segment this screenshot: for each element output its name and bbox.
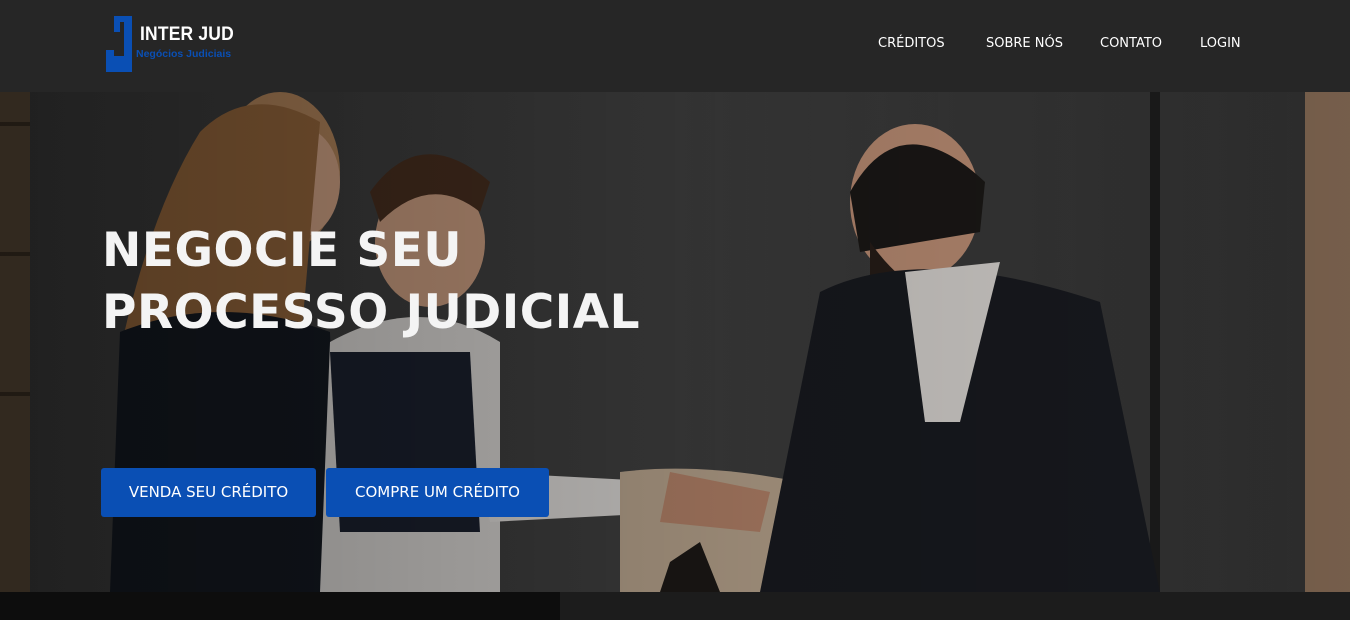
hero-section: NEGOCIE SEU PROCESSO JUDICIAL VENDA SEU … xyxy=(0,92,1350,592)
nav-creditos[interactable]: CRÉDITOS xyxy=(878,36,945,56)
hero-headline-line-1: NEGOCIE SEU xyxy=(102,223,463,278)
next-section-shadow xyxy=(0,592,560,620)
brand-tagline: Negócios Judiciais xyxy=(136,48,232,60)
inter-jud-logo-icon xyxy=(106,16,132,72)
site-header: INTER JUD Negócios Judiciais CRÉDITOS SO… xyxy=(0,0,1350,92)
buy-credit-button[interactable]: COMPRE UM CRÉDITO xyxy=(326,468,549,517)
next-section-edge xyxy=(0,592,1350,620)
nav-login[interactable]: LOGIN xyxy=(1200,36,1241,56)
hero-headline-line-2: PROCESSO JUDICIAL xyxy=(102,285,641,340)
brand-logo[interactable]: INTER JUD Negócios Judiciais xyxy=(104,14,244,74)
nav-contato[interactable]: CONTATO xyxy=(1100,36,1162,56)
hero-headline: NEGOCIE SEU PROCESSO JUDICIAL xyxy=(102,220,742,344)
nav-sobre-nos[interactable]: SOBRE NÓS xyxy=(986,36,1063,56)
sell-credit-button[interactable]: VENDA SEU CRÉDITO xyxy=(101,468,316,517)
brand-name: INTER JUD xyxy=(140,24,234,45)
